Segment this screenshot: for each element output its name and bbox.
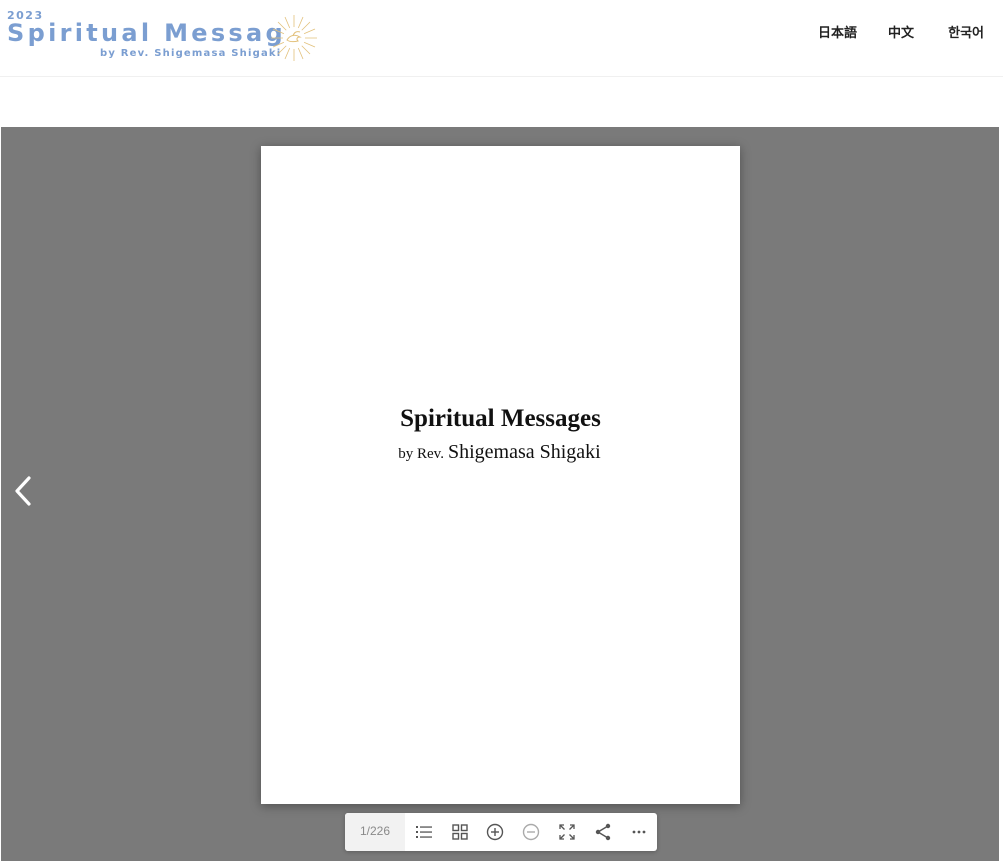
- page-subtitle-by: by Rev.: [398, 446, 444, 462]
- grid-icon: [452, 824, 468, 840]
- zoom-in-icon: [486, 823, 504, 841]
- logo-title: Spiritual Message: [7, 19, 306, 47]
- more-icon: [632, 830, 646, 834]
- share-icon: [595, 823, 611, 841]
- prev-page-button[interactable]: [9, 472, 39, 510]
- share-button[interactable]: [593, 822, 613, 842]
- flipbook-viewer: Spiritual Messages by Rev. Shigemasa Shi…: [1, 127, 999, 861]
- chevron-left-icon: [15, 476, 31, 506]
- logo-subtitle: by Rev. Shigemasa Shigaki: [100, 48, 282, 59]
- zoom-out-icon: [522, 823, 540, 841]
- thumbnails-button[interactable]: [450, 822, 470, 842]
- zoom-out-button[interactable]: [521, 822, 541, 842]
- fullscreen-button[interactable]: [557, 822, 577, 842]
- page-subtitle-author: Shigemasa Shigaki: [447, 441, 601, 463]
- lang-korean-link[interactable]: 한국어: [948, 22, 984, 41]
- zoom-in-button[interactable]: [485, 822, 505, 842]
- viewer-toolbar: 1/226: [345, 813, 657, 851]
- list-icon: [416, 826, 432, 838]
- lang-japanese-link[interactable]: 日本語: [818, 22, 857, 41]
- site-logo[interactable]: 2023 Spiritual Message by Rev. Shigemasa…: [7, 9, 322, 63]
- table-of-contents-button[interactable]: [414, 822, 434, 842]
- page-title: Spiritual Messages: [400, 405, 601, 432]
- lang-chinese-link[interactable]: 中文: [888, 22, 914, 41]
- book-page: Spiritual Messages by Rev. Shigemasa Shi…: [261, 146, 740, 804]
- page-counter[interactable]: 1/226: [345, 813, 405, 851]
- fullscreen-icon: [559, 824, 575, 840]
- page-subtitle: by Rev. Shigemasa Shigaki: [261, 441, 740, 464]
- sunburst-dove-icon: [271, 15, 317, 61]
- more-options-button[interactable]: [629, 822, 649, 842]
- site-header: 2023 Spiritual Message by Rev. Shigemasa…: [0, 0, 1003, 77]
